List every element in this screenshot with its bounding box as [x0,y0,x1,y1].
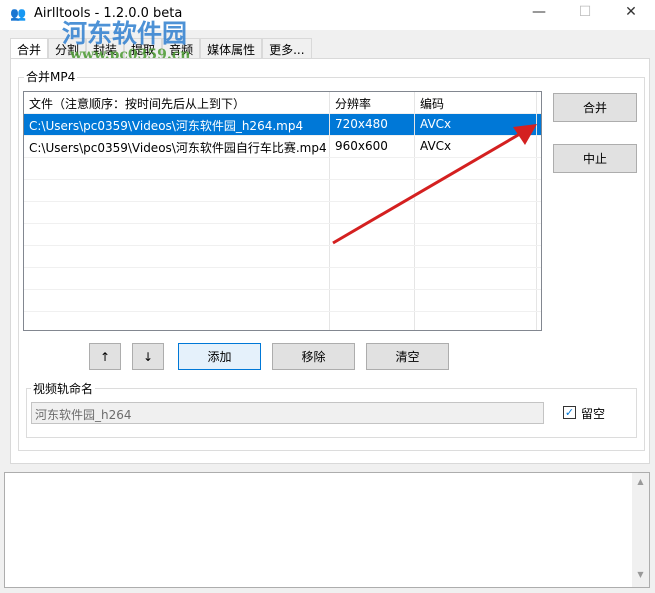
watermark-logo: 河东软件园 [62,19,188,48]
merge-group-label: 合并MP4 [24,68,78,85]
red-arrow-annotation [332,124,537,245]
stop-button[interactable]: 中止 [553,144,637,173]
track-name-label: 视频轨命名 [31,380,96,397]
close-button[interactable]: ✕ [616,4,646,20]
log-scrollbar[interactable]: ▲ ▼ [632,473,649,587]
column-header-file[interactable]: 文件（注意顺序：按时间先后从上到下） [24,92,330,113]
merge-button[interactable]: 合并 [553,93,637,122]
tab-media-info[interactable]: 媒体属性 [200,38,263,59]
add-button[interactable]: 添加 [178,343,261,370]
remove-button[interactable]: 移除 [272,343,355,370]
minimize-button[interactable]: — [524,4,554,20]
scroll-up-icon[interactable]: ▲ [632,477,649,486]
clear-button[interactable]: 清空 [366,343,449,370]
app-icon: 👥 [10,7,27,22]
move-up-button[interactable]: ↑ [89,343,121,370]
maximize-button[interactable]: ☐ [570,4,600,20]
column-header-resolution[interactable]: 分辨率 [330,92,415,113]
leave-empty-checkbox[interactable]: ✓ [563,406,576,419]
leave-empty-label: 留空 [581,407,606,421]
track-name-input[interactable]: 河东软件园_h264 [31,402,544,424]
move-down-button[interactable]: ↓ [132,343,164,370]
scroll-down-icon[interactable]: ▼ [632,570,649,579]
cell-file: C:\Users\pc0359\Videos\河东软件园_h264.mp4 [24,114,330,135]
cell-file: C:\Users\pc0359\Videos\河东软件园自行车比赛.mp4 [24,136,330,157]
tab-merge[interactable]: 合并 [10,38,49,59]
tab-more[interactable]: 更多... [262,38,312,59]
log-textarea[interactable] [4,472,650,588]
table-header: 文件（注意顺序：按时间先后从上到下） 分辨率 编码 [24,92,541,114]
column-header-codec[interactable]: 编码 [415,92,537,113]
